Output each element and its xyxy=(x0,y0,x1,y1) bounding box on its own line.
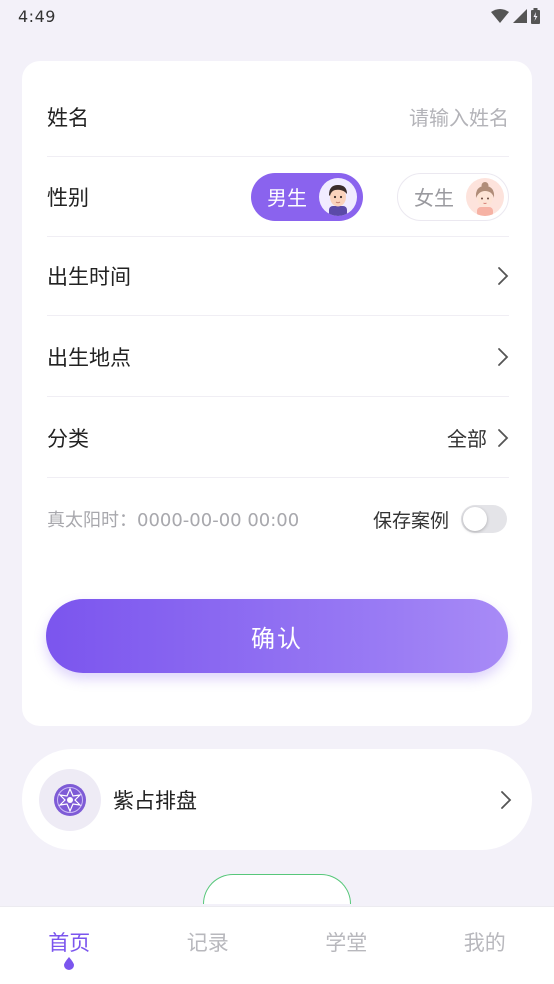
active-indicator-icon xyxy=(64,957,75,970)
save-case-group: 保存案例 xyxy=(373,505,507,533)
name-row[interactable]: 姓名 请输入姓名 xyxy=(47,77,509,157)
signal-icon xyxy=(513,9,527,23)
male-avatar-icon xyxy=(319,177,357,216)
category-value: 全部 xyxy=(447,427,487,451)
confirm-button[interactable]: 确认 xyxy=(46,599,508,673)
feature-icon-wrap xyxy=(39,768,101,831)
save-case-label: 保存案例 xyxy=(372,509,449,532)
name-input[interactable]: 请输入姓名 xyxy=(409,102,509,131)
gender-label: 性别 xyxy=(47,185,89,210)
bottom-tab-bar: 首页 记录 学堂 我的 xyxy=(0,906,554,984)
feature-label: 紫占排盘 xyxy=(113,788,197,813)
tab-school[interactable]: 学堂 xyxy=(277,907,416,984)
confirm-label: 确认 xyxy=(251,624,303,653)
tab-home-label: 首页 xyxy=(48,931,91,955)
tab-records[interactable]: 记录 xyxy=(139,907,278,984)
gender-female-button[interactable]: 女生 xyxy=(397,172,509,221)
category-row[interactable]: 分类 全部 xyxy=(47,398,509,478)
birth-place-label: 出生地点 xyxy=(47,345,131,370)
tab-home[interactable]: 首页 xyxy=(0,907,139,984)
birth-time-row[interactable]: 出生时间 xyxy=(47,236,509,316)
chevron-right-icon xyxy=(498,428,509,447)
chevron-right-icon xyxy=(501,790,512,809)
chevron-right-icon xyxy=(498,266,509,285)
tab-profile-label: 我的 xyxy=(463,931,506,955)
chevron-right-icon xyxy=(498,347,509,366)
category-label: 分类 xyxy=(47,426,89,451)
gender-female-label: 女生 xyxy=(414,186,454,210)
tab-school-label: 学堂 xyxy=(325,931,368,955)
status-bar: 4:49 xyxy=(0,0,554,32)
star-emblem-icon xyxy=(54,783,86,816)
gender-male-button[interactable]: 男生 xyxy=(251,172,363,221)
solar-time-text: 真太阳时：0000-00-00 00:00 xyxy=(47,510,300,531)
feature-card[interactable]: 紫占排盘 xyxy=(22,749,532,850)
name-label: 姓名 xyxy=(47,105,89,130)
tab-records-label: 记录 xyxy=(186,931,229,955)
partial-floating-button[interactable] xyxy=(203,874,351,904)
gender-selector: 男生 女生 xyxy=(251,172,509,221)
save-case-toggle[interactable] xyxy=(461,505,507,533)
battery-icon xyxy=(531,8,540,24)
gender-male-label: 男生 xyxy=(267,186,307,210)
status-time: 4:49 xyxy=(18,6,56,26)
female-avatar-icon xyxy=(466,177,504,216)
tab-profile[interactable]: 我的 xyxy=(416,907,554,984)
birth-time-label: 出生时间 xyxy=(47,264,131,289)
gender-row: 性别 男生 女生 xyxy=(47,157,509,237)
toggle-knob xyxy=(463,507,487,531)
form-card: 姓名 请输入姓名 性别 男生 女生 出生时间 出生地点 分类 全部 真太阳时：0… xyxy=(22,61,532,726)
wifi-icon xyxy=(491,9,509,23)
status-icons xyxy=(491,8,540,24)
solar-time-row: 真太阳时：0000-00-00 00:00 保存案例 xyxy=(47,479,507,559)
birth-place-row[interactable]: 出生地点 xyxy=(47,317,509,397)
